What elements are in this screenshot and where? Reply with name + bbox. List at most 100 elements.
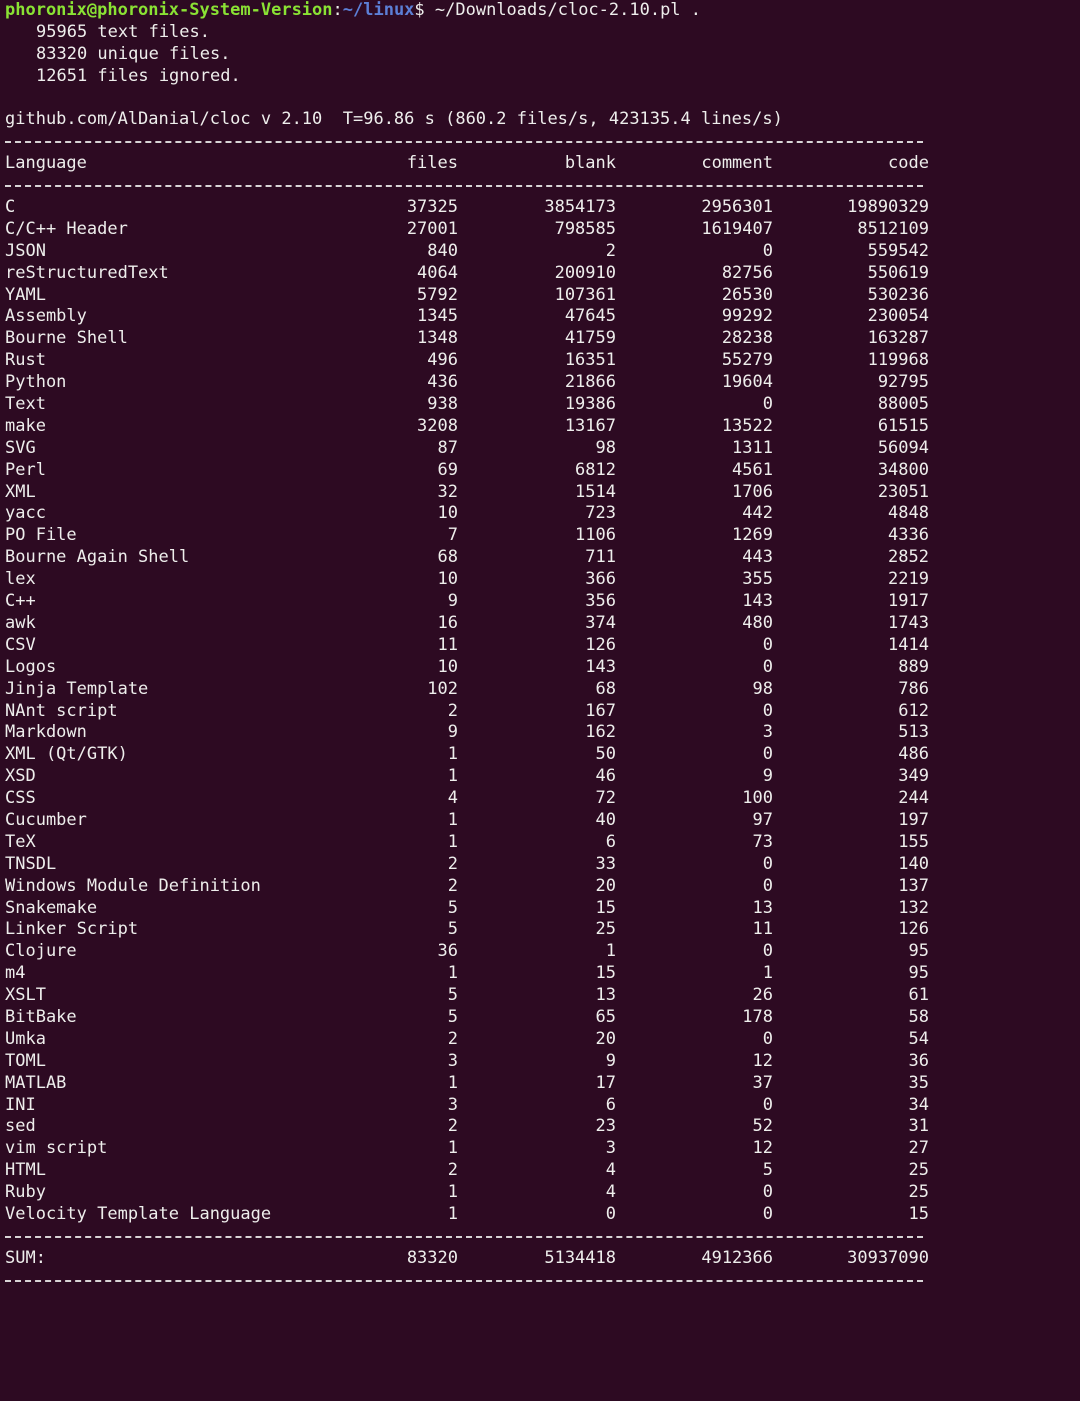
table-row: XSD 1 46 9 349 [5, 766, 1080, 788]
files-ignored-line: 12651 files ignored. [36, 65, 241, 86]
cell-language: TNSDL [5, 853, 57, 874]
cell-blank: 16351 [564, 350, 616, 371]
cell-code: 1414 [888, 634, 929, 655]
cell-code: 786 [898, 678, 929, 699]
cell-language: Python [5, 372, 67, 393]
cell-blank: 65 [595, 1006, 616, 1027]
cell-code: 35 [908, 1072, 929, 1093]
cell-blank: 798585 [554, 218, 616, 239]
cell-comment: 1269 [732, 525, 773, 546]
sum-comment: 4912366 [701, 1247, 773, 1268]
table-row: XSLT 5 13 26 61 [5, 985, 1080, 1007]
cell-language: PO File [5, 525, 77, 546]
table-row: Velocity Template Language 1 0 0 15 [5, 1204, 1080, 1226]
prompt-dollar: $ [414, 0, 425, 20]
cell-comment: 143 [742, 591, 773, 612]
cell-comment: 82756 [721, 262, 773, 283]
table-row: Text 938 19386 0 88005 [5, 394, 1080, 416]
table-row: Bourne Again Shell 68 711 443 2852 [5, 547, 1080, 569]
cell-files: 1 [447, 809, 458, 830]
table-row: TNSDL 2 33 0 140 [5, 854, 1080, 876]
cell-code: 95 [908, 941, 929, 962]
cell-comment: 28238 [721, 328, 773, 349]
cell-code: 61515 [877, 415, 929, 436]
cell-files: 36 [437, 941, 458, 962]
table-row: Cucumber 1 40 97 197 [5, 810, 1080, 832]
cell-comment: 3 [762, 722, 773, 743]
cell-blank: 17 [595, 1072, 616, 1093]
cell-comment: 0 [762, 656, 773, 677]
cell-language: XML (Qt/GTK) [5, 744, 128, 765]
cell-language: Cucumber [5, 809, 87, 830]
cell-blank: 1106 [575, 525, 616, 546]
cell-code: 34 [908, 1094, 929, 1115]
cloc-header-line: github.com/AlDanial/cloc v 2.10 T=96.86 … [5, 109, 783, 130]
cell-language: sed [5, 1116, 36, 1137]
separator-before-sum [5, 1226, 1080, 1248]
cell-comment: 0 [762, 700, 773, 721]
cell-files: 2 [447, 1116, 458, 1137]
cell-code: 2852 [888, 547, 929, 568]
cell-files: 5 [447, 1006, 458, 1027]
cell-blank: 723 [585, 503, 616, 524]
cell-blank: 6812 [575, 459, 616, 480]
cell-blank: 366 [585, 569, 616, 590]
cell-files: 2 [447, 700, 458, 721]
cell-comment: 1619407 [701, 218, 773, 239]
table-row: m4 1 15 1 95 [5, 963, 1080, 985]
table-row: TeX 1 6 73 155 [5, 832, 1080, 854]
cell-language: Bourne Shell [5, 328, 128, 349]
cell-blank: 6 [605, 831, 616, 852]
cell-files: 69 [437, 459, 458, 480]
cell-blank: 374 [585, 612, 616, 633]
cell-files: 2 [447, 1160, 458, 1181]
table-row: vim script 1 3 12 27 [5, 1138, 1080, 1160]
cell-blank: 356 [585, 591, 616, 612]
column-header-comment: comment [701, 153, 773, 174]
terminal-window[interactable]: phoronix@phoronix-System-Version:~/linux… [0, 0, 1080, 1296]
cell-comment: 19604 [721, 372, 773, 393]
cell-language: Perl [5, 459, 46, 480]
cell-blank: 4 [605, 1182, 616, 1203]
cell-language: C [5, 197, 16, 218]
cell-files: 10 [437, 569, 458, 590]
cell-blank: 6 [605, 1094, 616, 1115]
cell-comment: 0 [762, 1028, 773, 1049]
cell-blank: 15 [595, 963, 616, 984]
cell-blank: 15 [595, 897, 616, 918]
text-files-line: 95965 text files. [36, 21, 210, 42]
table-row: lex 10 366 355 2219 [5, 569, 1080, 591]
table-row: XML 32 1514 1706 23051 [5, 482, 1080, 504]
cell-comment: 5 [762, 1160, 773, 1181]
cell-files: 1 [447, 1072, 458, 1093]
cell-blank: 40 [595, 809, 616, 830]
cell-code: 230054 [867, 306, 929, 327]
cell-code: 95 [908, 963, 929, 984]
table-row: PO File 7 1106 1269 4336 [5, 525, 1080, 547]
cell-language: Logos [5, 656, 57, 677]
table-row: HTML 2 4 5 25 [5, 1160, 1080, 1182]
table-row: Umka 2 20 0 54 [5, 1029, 1080, 1051]
cell-comment: 12 [752, 1050, 773, 1071]
column-header-blank: blank [564, 153, 616, 174]
cell-files: 1 [447, 1138, 458, 1159]
cell-files: 496 [427, 350, 458, 371]
table-row: C++ 9 356 143 1917 [5, 591, 1080, 613]
table-row: Windows Module Definition 2 20 0 137 [5, 876, 1080, 898]
cell-code: 92795 [877, 372, 929, 393]
cell-comment: 9 [762, 766, 773, 787]
cell-files: 1 [447, 744, 458, 765]
cell-blank: 1514 [575, 481, 616, 502]
cell-language: lex [5, 569, 36, 590]
cell-code: 27 [908, 1138, 929, 1159]
cell-files: 5792 [417, 284, 458, 305]
cell-comment: 13 [752, 897, 773, 918]
cell-code: 155 [898, 831, 929, 852]
cell-blank: 0 [605, 1203, 616, 1224]
cell-blank: 19386 [564, 394, 616, 415]
cell-comment: 1311 [732, 437, 773, 458]
cell-language: Linker Script [5, 919, 139, 940]
cell-comment: 480 [742, 612, 773, 633]
cell-comment: 4561 [732, 459, 773, 480]
table-row: Markdown 9 162 3 513 [5, 722, 1080, 744]
